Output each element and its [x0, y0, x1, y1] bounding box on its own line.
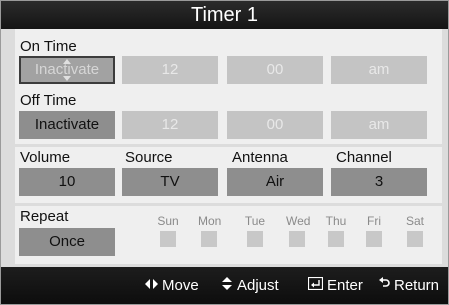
day-label: Thu [325, 214, 347, 228]
repeat-label: Repeat [20, 208, 69, 225]
day-sat[interactable]: Sat [404, 214, 426, 247]
off-time-ampm-field[interactable]: am [331, 111, 427, 139]
move-hint-label: Move [162, 277, 199, 294]
channel-field[interactable]: 3 [331, 168, 427, 196]
on-time-ampm-field[interactable]: am [331, 56, 427, 84]
day-checkbox[interactable] [201, 231, 217, 247]
day-checkbox[interactable] [289, 231, 305, 247]
on-time-minute-field[interactable]: 00 [227, 56, 323, 84]
day-label: Mon [198, 214, 222, 228]
enter-hint-label: Enter [327, 277, 363, 294]
day-checkbox[interactable] [328, 231, 344, 247]
up-arrow-icon [63, 59, 71, 64]
source-label: Source [125, 149, 173, 166]
return-hint-label: Return [394, 277, 440, 294]
off-time-hour-field[interactable]: 12 [122, 111, 218, 139]
on-time-label: On Time [20, 38, 77, 55]
day-tue[interactable]: Tue [244, 214, 266, 247]
day-label: Wed [286, 214, 311, 228]
channel-label: Channel [336, 149, 392, 166]
off-time-label: Off Time [20, 92, 77, 109]
down-arrow-icon [63, 76, 71, 81]
off-time-mode-select[interactable]: Inactivate [19, 111, 115, 139]
day-checkbox[interactable] [160, 231, 176, 247]
left-right-arrows-icon [145, 277, 158, 294]
return-icon [378, 277, 390, 294]
adjust-hint-label: Adjust [237, 277, 279, 294]
day-label: Sat [405, 214, 424, 228]
volume-label: Volume [20, 149, 71, 166]
day-mon[interactable]: Mon [198, 214, 222, 247]
day-sun[interactable]: Sun [157, 214, 179, 247]
repeat-select[interactable]: Once [19, 228, 115, 256]
antenna-field[interactable]: Air [227, 168, 323, 196]
up-down-arrows-icon [221, 277, 233, 294]
enter-icon [307, 276, 324, 294]
on-time-hour-field[interactable]: 12 [122, 56, 218, 84]
day-label: Sun [157, 214, 179, 228]
return-hint: Return [378, 277, 439, 294]
dialog-title: Timer 1 [1, 1, 448, 29]
day-fri[interactable]: Fri [363, 214, 385, 247]
day-wed[interactable]: Wed [286, 214, 311, 247]
day-checkbox[interactable] [247, 231, 263, 247]
off-time-minute-field[interactable]: 00 [227, 111, 323, 139]
day-label: Tue [244, 214, 266, 228]
day-checkbox[interactable] [366, 231, 382, 247]
source-field[interactable]: TV [122, 168, 218, 196]
day-checkbox[interactable] [407, 231, 423, 247]
on-time-mode-select[interactable]: Inactivate [19, 56, 115, 84]
day-thu[interactable]: Thu [325, 214, 347, 247]
enter-hint: Enter [307, 276, 363, 294]
footer-hint-bar: Move Adjust Enter Return [1, 267, 448, 304]
volume-field[interactable]: 10 [19, 168, 115, 196]
day-label: Fri [367, 214, 381, 228]
antenna-label: Antenna [232, 149, 288, 166]
timer-dialog: Timer 1 On Time Inactivate 12 00 am Off … [0, 0, 449, 305]
adjust-hint: Adjust [221, 277, 279, 294]
move-hint: Move [145, 277, 199, 294]
